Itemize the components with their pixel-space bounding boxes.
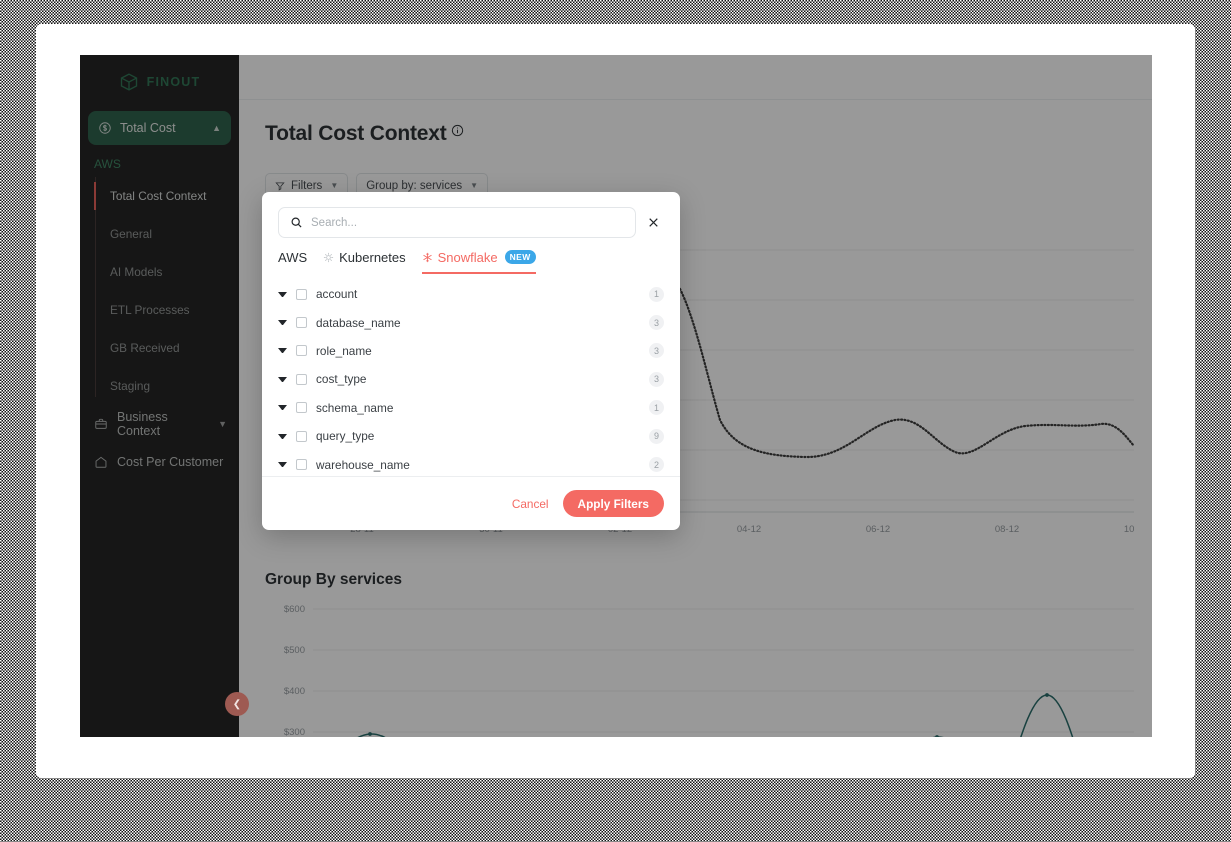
- chevron-left-icon: ❮: [232, 698, 242, 710]
- filter-name: warehouse_name: [316, 457, 410, 472]
- filter-checkbox[interactable]: [296, 459, 307, 471]
- filter-name: cost_type: [316, 372, 367, 387]
- filter-name: schema_name: [316, 400, 394, 415]
- filter-checkbox[interactable]: [296, 345, 307, 357]
- close-dialog-button[interactable]: [642, 212, 664, 234]
- filter-count-badge: 9: [649, 428, 664, 444]
- filter-count-badge: 1: [649, 400, 664, 416]
- search-box[interactable]: [278, 207, 636, 238]
- tab-label: Kubernetes: [339, 250, 406, 265]
- filter-name: database_name: [316, 315, 401, 330]
- new-badge: NEW: [504, 249, 536, 264]
- filter-checkbox[interactable]: [296, 402, 307, 414]
- filter-count-badge: 3: [649, 343, 664, 359]
- filter-name: query_type: [316, 429, 375, 444]
- expand-triangle-icon[interactable]: [278, 320, 287, 326]
- filter-checkbox[interactable]: [296, 373, 307, 385]
- tab-kubernetes[interactable]: Kubernetes: [323, 250, 406, 274]
- expand-triangle-icon[interactable]: [278, 462, 287, 468]
- application-viewport: FINOUT Total Cost ▲ AWS Total Cost Conte…: [80, 55, 1152, 737]
- kubernetes-icon: [324, 252, 334, 263]
- apply-filters-button[interactable]: Apply Filters: [562, 490, 664, 517]
- tab-aws[interactable]: AWS: [278, 250, 307, 274]
- filter-row-warehouse-name[interactable]: warehouse_name 2: [278, 450, 664, 476]
- filter-checkbox[interactable]: [296, 430, 307, 442]
- expand-triangle-icon[interactable]: [278, 433, 287, 439]
- filter-row-schema-name[interactable]: schema_name 1: [278, 394, 664, 422]
- filter-row-role-name[interactable]: role_name 3: [278, 337, 664, 365]
- cancel-button[interactable]: Cancel: [512, 497, 549, 511]
- filters-dialog-footer: Cancel Apply Filters: [262, 476, 680, 530]
- tab-snowflake[interactable]: Snowflake NEW: [421, 249, 536, 274]
- filter-count-badge: 3: [649, 371, 664, 387]
- provider-tabs: AWS Kubernetes Snowflake NEW: [262, 238, 680, 274]
- expand-triangle-icon[interactable]: [278, 376, 287, 382]
- tab-label: Snowflake: [437, 250, 498, 265]
- filter-count-badge: 3: [649, 315, 664, 331]
- filter-name: account: [316, 287, 358, 302]
- filter-row-account[interactable]: account 1: [278, 280, 664, 308]
- filter-row-database-name[interactable]: database_name 3: [278, 308, 664, 336]
- expand-triangle-icon[interactable]: [278, 291, 287, 297]
- filter-row-cost-type[interactable]: cost_type 3: [278, 365, 664, 393]
- expand-triangle-icon[interactable]: [278, 348, 287, 354]
- filters-dialog-header: [262, 192, 680, 238]
- close-icon: [648, 218, 658, 227]
- search-icon: [291, 217, 302, 228]
- filter-checkbox[interactable]: [296, 288, 307, 300]
- filter-dimension-list: account 1 database_name 3 role_name 3 co…: [262, 274, 680, 476]
- filter-count-badge: 1: [649, 286, 664, 302]
- sidebar-collapse-button[interactable]: ❮: [225, 692, 249, 716]
- tab-label: AWS: [278, 250, 308, 265]
- filter-count-badge: 2: [649, 457, 664, 473]
- filter-name: role_name: [316, 343, 372, 358]
- filters-dialog: AWS Kubernetes Snowflake NEW: [262, 192, 680, 530]
- snowflake-icon: [422, 252, 432, 263]
- search-input[interactable]: [311, 216, 624, 229]
- filter-checkbox[interactable]: [296, 317, 307, 329]
- filter-row-query-type[interactable]: query_type 9: [278, 422, 664, 450]
- expand-triangle-icon[interactable]: [278, 405, 287, 411]
